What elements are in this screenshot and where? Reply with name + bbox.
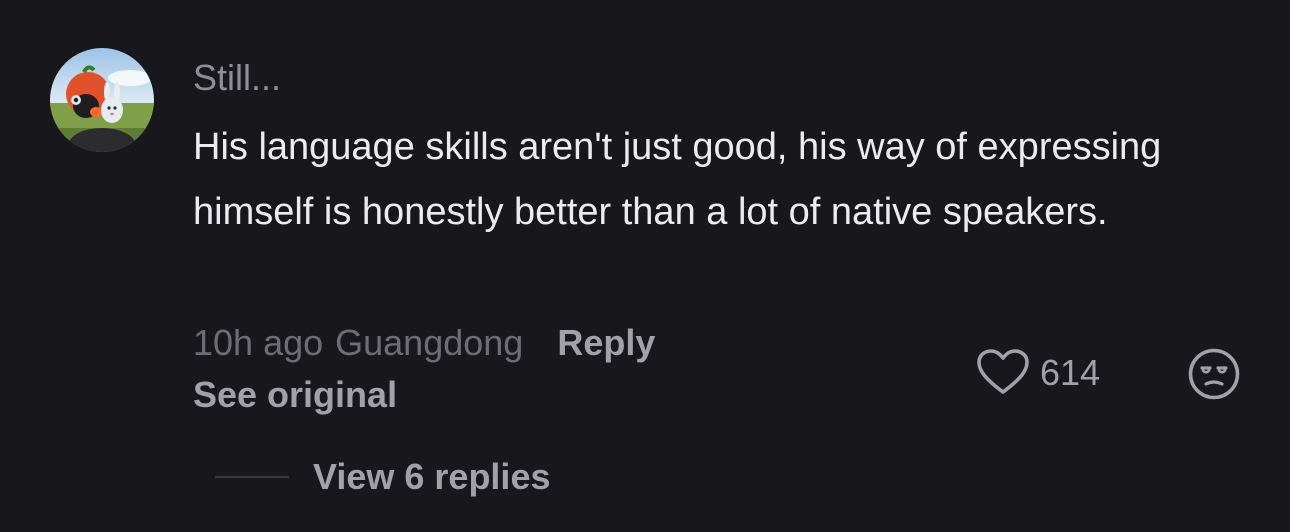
avatar-image bbox=[50, 48, 154, 152]
user-avatar[interactable] bbox=[50, 48, 154, 152]
comment-item: Still... His language skills aren't just… bbox=[0, 0, 1290, 532]
comment-text: His language skills aren't just good, hi… bbox=[193, 126, 1162, 233]
like-count: 614 bbox=[1040, 352, 1101, 393]
comment-meta: 10h ago Guangdong Reply bbox=[193, 318, 655, 368]
comment-timestamp: 10h ago bbox=[193, 322, 324, 363]
heart-outline-icon bbox=[977, 349, 1029, 394]
comment-username[interactable]: Still... bbox=[193, 56, 281, 100]
view-replies-label: View 6 replies bbox=[313, 456, 551, 497]
comment-location: Guangdong bbox=[335, 322, 524, 363]
see-original-link[interactable]: See original bbox=[193, 370, 397, 420]
replies-divider bbox=[215, 476, 289, 478]
view-replies-button[interactable]: View 6 replies bbox=[215, 450, 550, 504]
reply-button[interactable]: Reply bbox=[557, 322, 655, 364]
unamused-face-icon bbox=[1188, 348, 1240, 400]
like-button[interactable]: 614 bbox=[976, 346, 1100, 400]
dislike-button[interactable] bbox=[1187, 347, 1241, 401]
